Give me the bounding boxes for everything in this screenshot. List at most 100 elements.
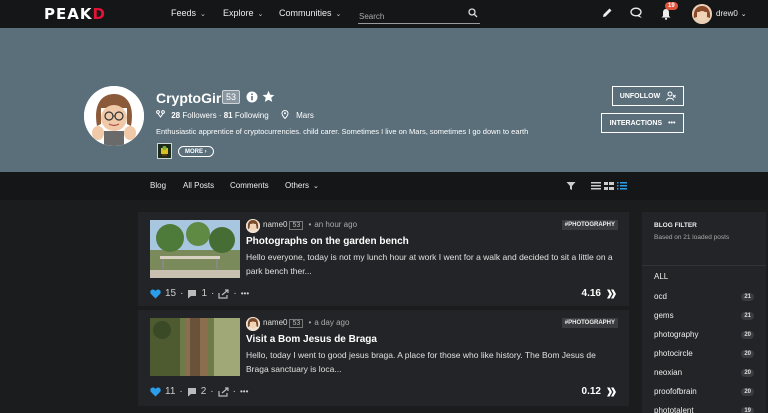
filter-label: neoxian (654, 368, 683, 377)
filter-count: 20 (741, 349, 754, 358)
pencil-icon[interactable] (601, 7, 613, 19)
compact-view-icon[interactable] (617, 182, 627, 190)
share-icon[interactable] (218, 386, 229, 397)
unfollow-button[interactable]: UNFOLLOW (612, 86, 684, 106)
like-count[interactable]: 15 (165, 288, 176, 299)
post-thumbnail-image (150, 318, 240, 376)
tab-others[interactable]: Others ⌄ (285, 181, 319, 190)
chevron-down-icon: ⌄ (257, 11, 264, 18)
following-label[interactable]: Following (235, 111, 269, 120)
filter-label: gems (654, 311, 674, 320)
top-navbar: PEAKD Feeds⌄ Explore⌄ Communities⌄ 19 dr… (0, 0, 768, 28)
filter-item[interactable]: phototalent 19 (654, 406, 754, 413)
avatar-image (692, 4, 712, 24)
nav-explore-dropdown[interactable]: Explore ⌄ (223, 8, 263, 18)
nav-feeds-dropdown[interactable]: Feeds ⌄ (171, 8, 206, 18)
filter-label: photography (654, 330, 699, 339)
grid-view-icon[interactable] (604, 182, 614, 190)
peakd-logo[interactable]: PEAKD (44, 5, 106, 23)
filter-item[interactable]: gems 21 (654, 311, 754, 320)
author-name[interactable]: name0 (263, 318, 287, 327)
user-avatar[interactable] (692, 4, 712, 24)
followers-label[interactable]: Followers (182, 111, 216, 120)
post-excerpt[interactable]: Hello everyone, today is not my lunch ho… (246, 250, 618, 278)
comment-icon[interactable] (187, 387, 197, 397)
followers-count[interactable]: 28 (171, 111, 180, 120)
star-icon[interactable] (262, 90, 275, 103)
notification-count-badge: 19 (665, 2, 678, 10)
author-avatar-image (246, 219, 260, 233)
profile-name: CryptoGirl (156, 90, 226, 106)
profile-avatar-image (84, 86, 144, 146)
list-view-icon[interactable] (591, 182, 601, 190)
comment-count[interactable]: 1 (201, 288, 207, 299)
author-name[interactable]: name0 (263, 220, 287, 229)
share-icon[interactable] (218, 288, 229, 299)
filter-item[interactable]: proofofbrain 20 (654, 387, 754, 396)
username-label: drew0 (716, 9, 738, 18)
payout-value: 4.16 (581, 288, 601, 299)
post-card[interactable]: name0 53 • a day ago #PHOTOGRAPHY Visit a … (138, 310, 629, 406)
post-payout[interactable]: 0.12 (582, 386, 617, 397)
post-tag[interactable]: #PHOTOGRAPHY (561, 220, 618, 230)
tab-comments[interactable]: Comments (230, 181, 269, 190)
more-label: MORE (185, 149, 203, 155)
post-thumbnail[interactable] (150, 220, 240, 278)
heart-icon[interactable] (150, 289, 161, 299)
post-excerpt[interactable]: Hello, today I went to good jesus braga.… (246, 348, 618, 376)
nav-communities-dropdown[interactable]: Communities ⌄ (279, 8, 341, 18)
filter-count: 19 (741, 406, 754, 413)
user-menu[interactable]: drew0 ⌄ (716, 9, 747, 18)
more-dots-icon[interactable]: ••• (240, 387, 248, 396)
post-thumbnail[interactable] (150, 318, 240, 376)
profile-avatar (84, 86, 144, 146)
tab-others-label: Others (285, 181, 310, 190)
post-time[interactable]: an hour ago (314, 220, 357, 229)
post-thumbnail-image (150, 220, 240, 278)
post-tag[interactable]: #PHOTOGRAPHY (561, 318, 618, 328)
search-box (358, 6, 480, 25)
filter-count: 20 (741, 368, 754, 377)
more-dots-icon[interactable]: ••• (241, 289, 249, 298)
tab-all-posts[interactable]: All Posts (183, 181, 214, 190)
filter-icon[interactable] (566, 181, 576, 191)
filter-item-all[interactable]: ALL (654, 272, 754, 281)
interactions-button[interactable]: INTERACTIONS ••• (601, 113, 684, 133)
post-card[interactable]: name0 53 • an hour ago #PHOTOGRAPHY Photog… (138, 212, 629, 306)
filter-label: ocd (654, 292, 667, 301)
filter-count: 21 (741, 311, 754, 320)
info-icon[interactable] (246, 91, 258, 103)
filter-item[interactable]: neoxian 20 (654, 368, 754, 377)
search-input[interactable] (358, 8, 458, 25)
comment-count[interactable]: 2 (201, 386, 207, 397)
reputation-badge: 53 (222, 90, 241, 104)
heart-icon[interactable] (150, 387, 161, 397)
user-remove-icon (666, 91, 677, 101)
author-avatar[interactable] (246, 317, 260, 331)
like-count[interactable]: 11 (165, 386, 175, 397)
filter-item[interactable]: ocd 21 (654, 292, 754, 301)
post-title[interactable]: Visit a Bom Jesus de Braga (246, 334, 377, 345)
post-meta: name0 53 • a day ago (263, 318, 350, 328)
post-payout[interactable]: 4.16 (582, 288, 617, 299)
filter-label: phototalent (654, 406, 694, 413)
filter-item[interactable]: photocircle 20 (654, 349, 754, 358)
nav-communities-label: Communities (279, 8, 332, 18)
comment-icon[interactable] (187, 289, 197, 299)
sidebar-subtitle: Based on 21 loaded posts (654, 234, 730, 241)
filter-item[interactable]: photography 20 (654, 330, 754, 339)
profile-badge-image[interactable] (157, 143, 172, 159)
author-avatar[interactable] (246, 219, 260, 233)
post-actions: 11 · 2 · · ••• (150, 386, 248, 397)
tab-blog[interactable]: Blog (150, 181, 166, 190)
post-title[interactable]: Photographs on the garden bench (246, 236, 409, 247)
profile-location: Mars (296, 111, 314, 120)
payout-value: 0.12 (581, 386, 601, 397)
more-button[interactable]: MORE › (178, 146, 214, 157)
search-icon[interactable] (468, 8, 478, 18)
followers-icon (156, 110, 165, 118)
chat-icon[interactable] (630, 7, 643, 19)
following-count[interactable]: 81 (224, 111, 233, 120)
logo-text: PEAK (44, 5, 93, 23)
post-time[interactable]: a day ago (314, 318, 349, 327)
